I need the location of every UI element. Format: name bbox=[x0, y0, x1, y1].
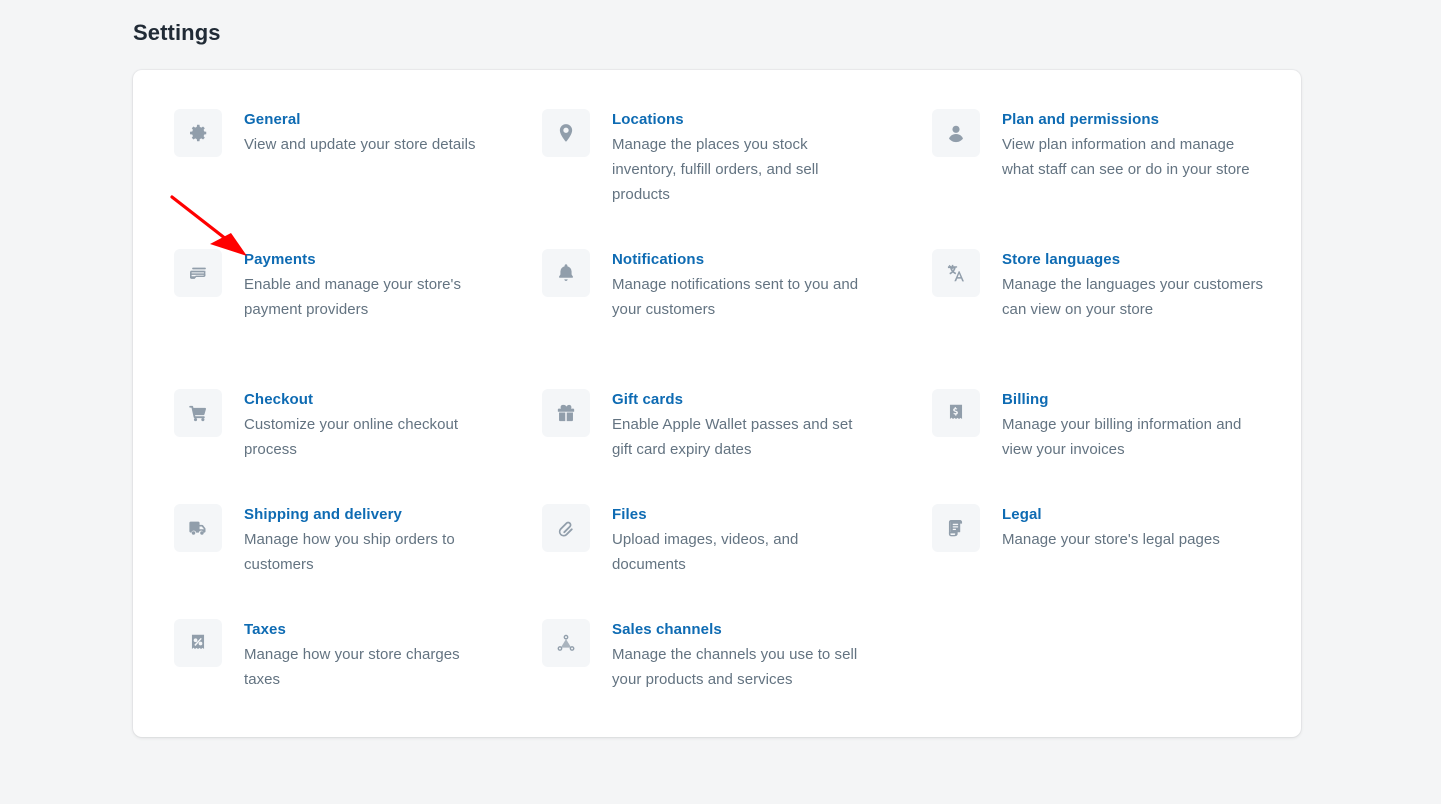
setting-item-store-languages: Store languages Manage the languages your… bbox=[932, 248, 1269, 388]
setting-link-plan-and-permissions[interactable]: Plan and permissions bbox=[1002, 109, 1159, 130]
setting-link-billing[interactable]: Billing bbox=[1002, 389, 1049, 410]
setting-description: Manage notifications sent to you and you… bbox=[612, 276, 859, 318]
setting-item-notifications: Notifications Manage notifications sent t… bbox=[542, 248, 932, 388]
setting-link-checkout[interactable]: Checkout bbox=[244, 389, 313, 410]
settings-grid: General View and update your store detail… bbox=[174, 108, 1269, 728]
setting-link-legal[interactable]: Legal bbox=[1002, 504, 1042, 525]
translate-icon bbox=[932, 249, 980, 297]
setting-item-text: Sales channels Manage the channels you us… bbox=[612, 618, 867, 692]
setting-item-locations: Locations Manage the places you stock inv… bbox=[542, 108, 932, 248]
setting-item-empty bbox=[932, 618, 1269, 728]
setting-description: Enable and manage your store's payment p… bbox=[244, 276, 462, 318]
setting-item-text: Gift cards Enable Apple Wallet passes and… bbox=[612, 388, 867, 462]
setting-link-gift-cards[interactable]: Gift cards bbox=[612, 389, 683, 410]
setting-item-text: Plan and permissions View plan informatio… bbox=[1002, 108, 1268, 182]
setting-link-payments[interactable]: Payments bbox=[244, 249, 316, 270]
settings-card: General View and update your store detail… bbox=[133, 70, 1301, 737]
setting-item-plan-and-permissions: Plan and permissions View plan informatio… bbox=[932, 108, 1269, 248]
setting-item-text: Store languages Manage the languages your… bbox=[1002, 248, 1268, 322]
shopping-cart-icon bbox=[174, 389, 222, 437]
setting-description: Upload images, videos, and documents bbox=[612, 531, 799, 573]
setting-item-text: Billing Manage your billing information a… bbox=[1002, 388, 1268, 462]
setting-link-shipping-and-delivery[interactable]: Shipping and delivery bbox=[244, 504, 402, 525]
setting-link-files[interactable]: Files bbox=[612, 504, 647, 525]
location-pin-icon bbox=[542, 109, 590, 157]
setting-item-text: Locations Manage the places you stock inv… bbox=[612, 108, 867, 207]
setting-item-payments: Payments Enable and manage your store's p… bbox=[174, 248, 542, 388]
setting-description: Manage the languages your customers can … bbox=[1002, 276, 1264, 318]
setting-item-text: Files Upload images, videos, and document… bbox=[612, 503, 867, 577]
setting-description: Manage your billing information and view… bbox=[1002, 416, 1242, 458]
delivery-truck-icon bbox=[174, 504, 222, 552]
setting-item-shipping-and-delivery: Shipping and delivery Manage how you ship… bbox=[174, 503, 542, 618]
tax-receipt-icon bbox=[174, 619, 222, 667]
setting-description: Manage how your store charges taxes bbox=[244, 646, 460, 688]
setting-item-checkout: Checkout Customize your online checkout p… bbox=[174, 388, 542, 503]
setting-item-text: General View and update your store detail… bbox=[244, 108, 476, 157]
setting-link-taxes[interactable]: Taxes bbox=[244, 619, 286, 640]
setting-link-notifications[interactable]: Notifications bbox=[612, 249, 704, 270]
payment-card-icon bbox=[174, 249, 222, 297]
setting-description: Customize your online checkout process bbox=[244, 416, 459, 458]
setting-item-files: Files Upload images, videos, and document… bbox=[542, 503, 932, 618]
setting-description: View plan information and manage what st… bbox=[1002, 136, 1250, 178]
setting-item-text: Checkout Customize your online checkout p… bbox=[244, 388, 476, 462]
setting-item-legal: Legal Manage your store's legal pages bbox=[932, 503, 1269, 618]
person-icon bbox=[932, 109, 980, 157]
page-title: Settings bbox=[133, 20, 221, 45]
setting-description: Manage the places you stock inventory, f… bbox=[612, 136, 819, 203]
setting-item-gift-cards: Gift cards Enable Apple Wallet passes and… bbox=[542, 388, 932, 503]
setting-link-sales-channels[interactable]: Sales channels bbox=[612, 619, 722, 640]
setting-link-general[interactable]: General bbox=[244, 109, 301, 130]
setting-item-general: General View and update your store detail… bbox=[174, 108, 542, 248]
setting-description: Enable Apple Wallet passes and set gift … bbox=[612, 416, 853, 458]
setting-item-billing: Billing Manage your billing information a… bbox=[932, 388, 1269, 503]
setting-description: Manage the channels you use to sell your… bbox=[612, 646, 858, 688]
setting-item-text: Payments Enable and manage your store's p… bbox=[244, 248, 476, 322]
setting-link-store-languages[interactable]: Store languages bbox=[1002, 249, 1120, 270]
gift-card-icon bbox=[542, 389, 590, 437]
setting-item-text: Notifications Manage notifications sent t… bbox=[612, 248, 867, 322]
bell-icon bbox=[542, 249, 590, 297]
paperclip-icon bbox=[542, 504, 590, 552]
setting-description: Manage your store's legal pages bbox=[1002, 531, 1220, 548]
setting-item-sales-channels: Sales channels Manage the channels you us… bbox=[542, 618, 932, 728]
setting-item-taxes: Taxes Manage how your store charges taxes bbox=[174, 618, 542, 728]
settings-page: Settings General View and update your sto… bbox=[0, 0, 1441, 804]
setting-description: Manage how you ship orders to customers bbox=[244, 531, 455, 573]
setting-item-text: Shipping and delivery Manage how you ship… bbox=[244, 503, 476, 577]
legal-scroll-icon bbox=[932, 504, 980, 552]
setting-description: View and update your store details bbox=[244, 136, 476, 153]
setting-item-text: Legal Manage your store's legal pages bbox=[1002, 503, 1220, 552]
sales-channels-icon bbox=[542, 619, 590, 667]
setting-item-text: Taxes Manage how your store charges taxes bbox=[244, 618, 476, 692]
setting-link-locations[interactable]: Locations bbox=[612, 109, 684, 130]
billing-receipt-icon bbox=[932, 389, 980, 437]
gear-icon bbox=[174, 109, 222, 157]
